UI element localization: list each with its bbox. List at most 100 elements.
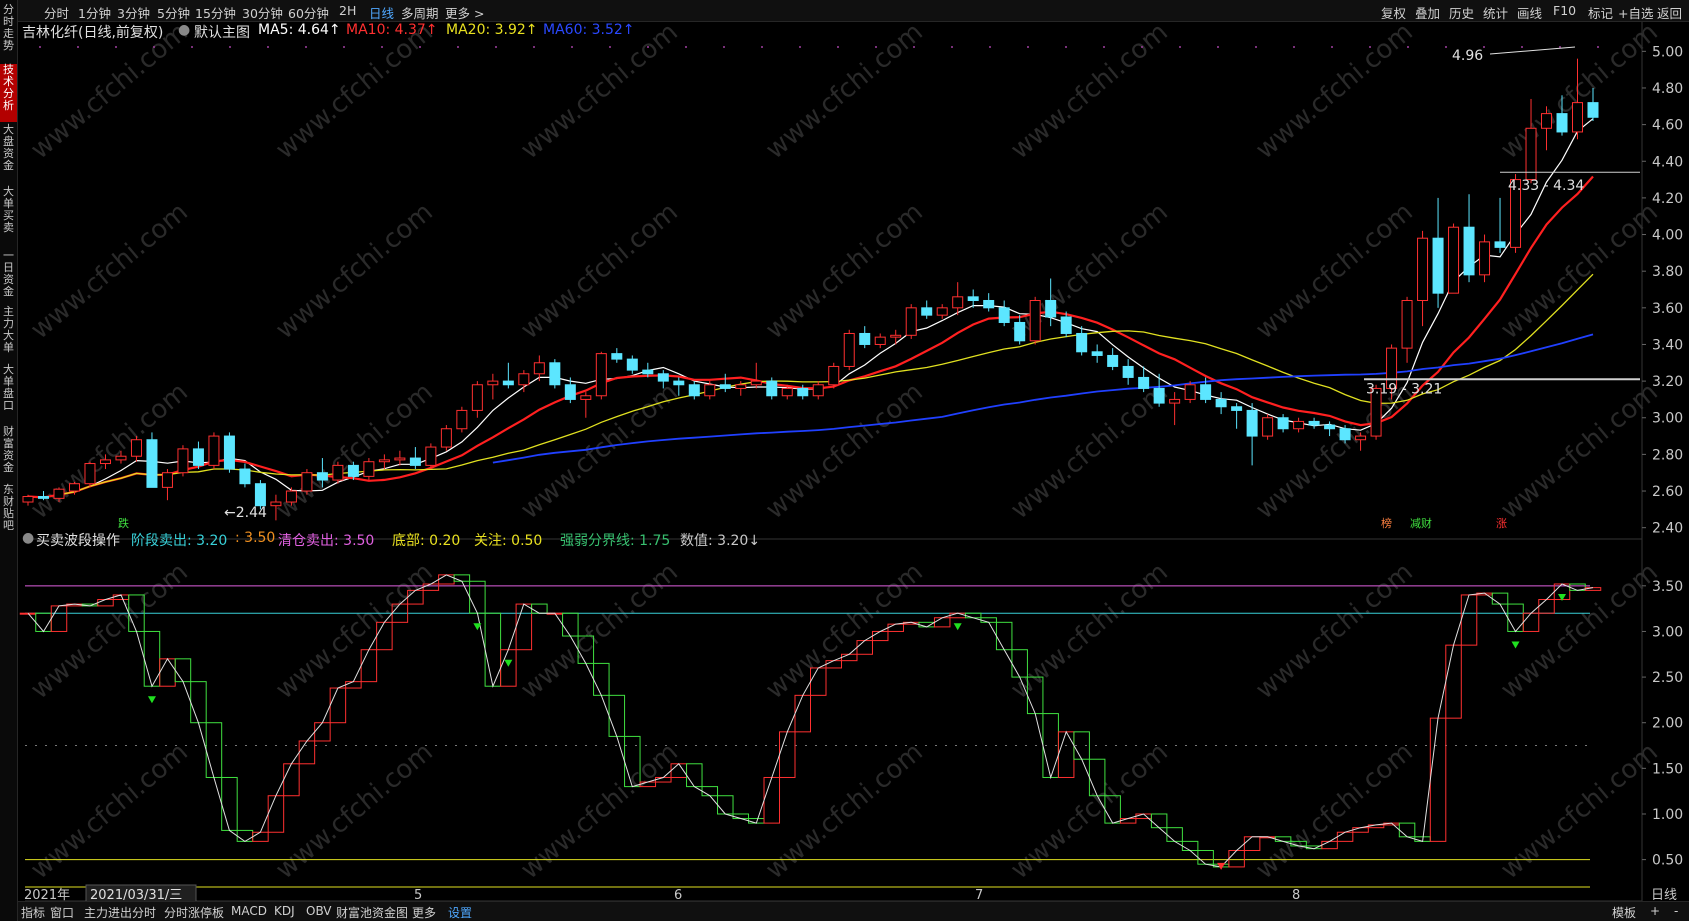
indicator-box bbox=[360, 649, 378, 683]
candle-body bbox=[1215, 398, 1227, 408]
bottom-tab[interactable]: 窗口 bbox=[50, 904, 74, 921]
candle-body bbox=[874, 336, 886, 345]
candle-body bbox=[611, 353, 623, 360]
top-marker-dot bbox=[1331, 46, 1333, 48]
ma10-label: MA10: 4.37↑ bbox=[346, 22, 438, 38]
tool-button[interactable]: 叠加 bbox=[1415, 3, 1440, 22]
candle-body bbox=[68, 483, 80, 492]
candle-body bbox=[394, 457, 406, 461]
tool-button[interactable]: 统计 bbox=[1483, 3, 1508, 22]
tool-button[interactable]: 复权 bbox=[1381, 3, 1406, 22]
kline-chart[interactable]: www.cfchi.com www.cfchi.com www.cfchi.com w… bbox=[0, 0, 1689, 921]
candle-body bbox=[192, 448, 204, 466]
stage-sell-label: 阶段卖出: 3.20 bbox=[131, 533, 228, 549]
tool-button[interactable]: 标记 bbox=[1588, 3, 1613, 22]
period-tab[interactable]: 60分钟 bbox=[288, 3, 329, 22]
left-nav-item[interactable]: 大盘资金 bbox=[0, 124, 17, 182]
period-tab[interactable]: 30分钟 bbox=[242, 3, 283, 22]
sell-arrow bbox=[147, 696, 156, 704]
candle-body bbox=[1479, 241, 1491, 276]
indicator-name[interactable]: 买卖波段操作 bbox=[36, 530, 120, 550]
period-tab[interactable]: 15分钟 bbox=[195, 3, 236, 22]
left-nav-item[interactable]: 财富资金 bbox=[0, 426, 17, 482]
left-nav-item[interactable]: 东财贴吧 bbox=[0, 484, 17, 536]
left-nav-item[interactable]: 一日资金 bbox=[0, 250, 17, 304]
template-icon[interactable]: ● bbox=[178, 22, 190, 38]
indicator-box bbox=[1166, 827, 1183, 842]
indicator-tick: 3.00 bbox=[1652, 624, 1683, 640]
watch-label: 关注: 0.50 bbox=[474, 533, 543, 549]
period-tab[interactable]: 分时 bbox=[44, 3, 69, 22]
left-nav-item[interactable]: 技术分析 bbox=[0, 64, 17, 122]
candle-body bbox=[673, 380, 685, 386]
candle-body bbox=[471, 384, 483, 411]
bottom-right-button[interactable]: 模板 bbox=[1612, 904, 1636, 921]
indicator-box bbox=[515, 603, 533, 651]
period-tab[interactable]: 1分钟 bbox=[78, 3, 111, 22]
bottom-tab[interactable]: 主力进出分时 bbox=[84, 904, 156, 921]
bottom-tab[interactable]: 分时涨停板 bbox=[164, 904, 224, 921]
bottom-tab[interactable]: 财富池资金图 bbox=[336, 904, 408, 921]
indicator-box bbox=[500, 649, 517, 687]
candle-body bbox=[316, 472, 328, 481]
period-toolbar: 分时 1分钟 3分钟 5分钟 15分钟 30分钟 60分钟 2H 日线 多周期 更多 > 复权 叠加 历史… bbox=[0, 0, 1689, 22]
indicator-box bbox=[1507, 603, 1524, 632]
top-marker-dot bbox=[419, 46, 421, 48]
top-marker-dot bbox=[1103, 46, 1105, 48]
indicator-box bbox=[190, 681, 207, 724]
bottom-tab[interactable]: MACD bbox=[231, 904, 267, 918]
tool-button[interactable]: 画线 bbox=[1517, 3, 1542, 22]
price-tick: 2.60 bbox=[1652, 484, 1683, 500]
watermark-text: www.cfchi.com bbox=[1495, 17, 1664, 165]
template-name[interactable]: 默认主图 bbox=[194, 22, 250, 42]
indicator-settings-icon[interactable]: ● bbox=[22, 530, 34, 546]
upper-gap-label: 4.33 - 4.34 bbox=[1508, 178, 1584, 194]
tool-button[interactable]: 返回 bbox=[1657, 3, 1682, 22]
indicator-box bbox=[1243, 836, 1261, 851]
top-marker-dot bbox=[647, 46, 649, 48]
event-tag: 榜 bbox=[1381, 516, 1392, 530]
candle-body bbox=[688, 384, 700, 397]
candle-body bbox=[533, 362, 545, 375]
watermark-text: www.cfchi.com bbox=[515, 557, 684, 705]
indicator-box bbox=[531, 603, 548, 614]
indicator-box bbox=[1057, 731, 1075, 778]
candle-body bbox=[1169, 398, 1181, 404]
bottom-tab[interactable]: 设置 bbox=[448, 904, 472, 921]
candle-body bbox=[549, 362, 561, 386]
left-nav-item[interactable]: 分时走势 bbox=[0, 4, 17, 62]
candle-body bbox=[998, 307, 1010, 323]
period-tab[interactable]: 2H bbox=[339, 3, 356, 18]
top-marker-dot bbox=[799, 46, 801, 48]
period-tab[interactable]: 日线 bbox=[369, 3, 394, 22]
period-tab[interactable]: 更多 > bbox=[445, 3, 484, 22]
top-marker-dot bbox=[115, 46, 117, 48]
left-nav-item[interactable]: 大单盘口 bbox=[0, 364, 17, 424]
period-tab[interactable]: 5分钟 bbox=[157, 3, 190, 22]
indicator-box bbox=[298, 740, 316, 765]
period-tab[interactable]: 多周期 bbox=[401, 3, 439, 22]
bottom-right-button[interactable]: + bbox=[1650, 904, 1660, 918]
candle-body bbox=[37, 496, 49, 499]
candle-body bbox=[766, 380, 778, 397]
watermark-text: www.cfchi.com bbox=[760, 737, 929, 885]
bottom-tab[interactable]: OBV bbox=[306, 904, 332, 918]
period-tab[interactable]: 3分钟 bbox=[117, 3, 150, 22]
indicator-box bbox=[345, 681, 362, 689]
tool-button[interactable]: +自选 bbox=[1618, 3, 1653, 22]
event-tag: 涨 bbox=[1496, 517, 1507, 530]
left-nav-item[interactable]: 主力大单 bbox=[0, 306, 17, 362]
tool-button[interactable]: F10 bbox=[1553, 3, 1576, 18]
indicator-box bbox=[1150, 813, 1168, 829]
left-nav-item[interactable]: 大单买卖 bbox=[0, 186, 17, 246]
candle-body bbox=[53, 488, 65, 499]
bottom-tab[interactable]: 指标 bbox=[21, 904, 45, 921]
tool-button[interactable]: 历史 bbox=[1449, 3, 1474, 22]
watermark-text: www.cfchi.com bbox=[25, 377, 194, 525]
bottom-right-button[interactable]: - bbox=[1674, 904, 1678, 918]
bottom-tab[interactable]: KDJ bbox=[274, 904, 295, 918]
candle-body bbox=[797, 387, 809, 397]
candle-body bbox=[1556, 113, 1568, 133]
watermark-text: www.cfchi.com bbox=[760, 377, 929, 525]
bottom-tab[interactable]: 更多 bbox=[412, 904, 436, 921]
